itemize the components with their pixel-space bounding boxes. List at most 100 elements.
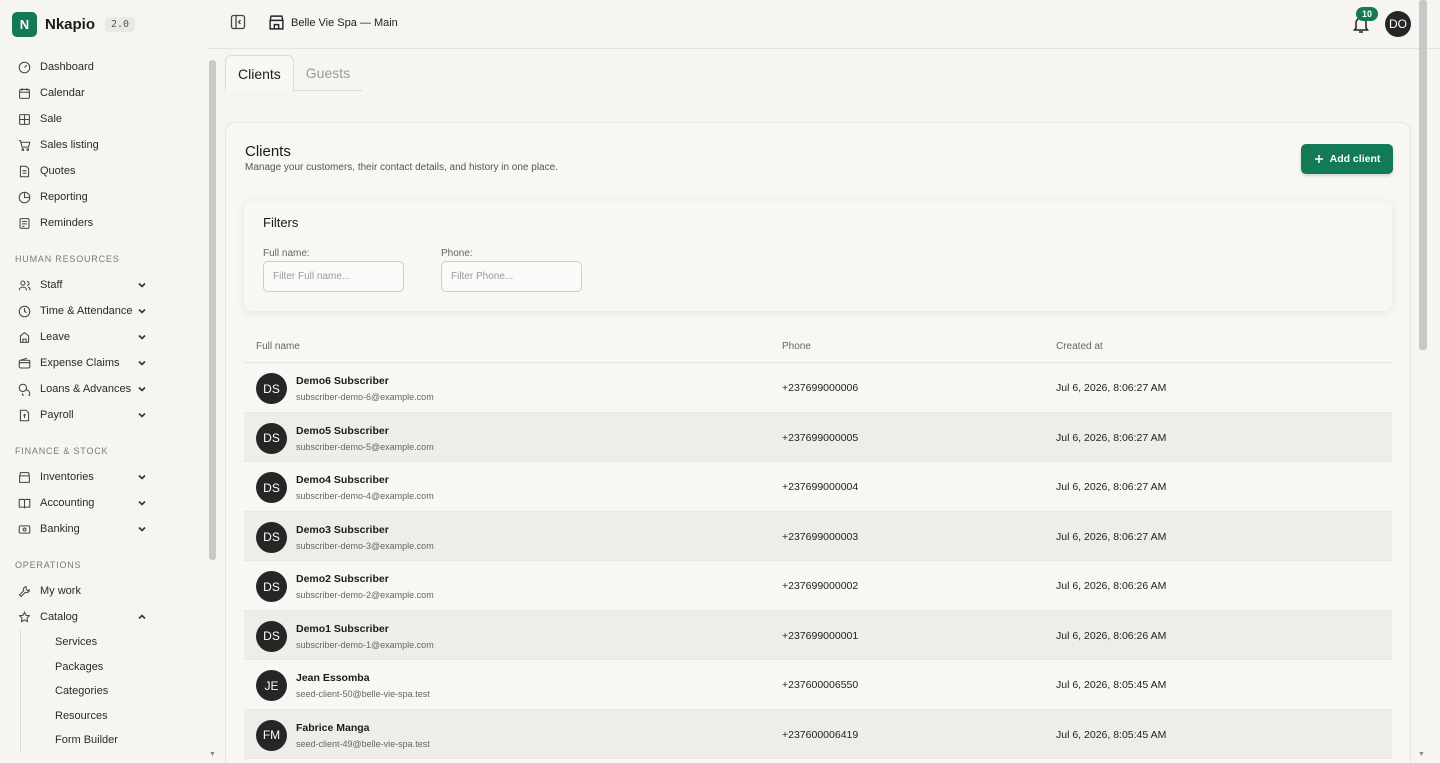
sidebar-item-dashboard[interactable]: Dashboard bbox=[0, 54, 208, 80]
user-avatar[interactable]: DO bbox=[1385, 11, 1411, 37]
chevron-down-icon[interactable] bbox=[136, 497, 148, 509]
client-email: subscriber-demo-6@example.com bbox=[296, 392, 434, 402]
sidebar-item-label: My work bbox=[40, 585, 81, 597]
client-email: subscriber-demo-1@example.com bbox=[296, 639, 434, 650]
catalog-submenu: Services Packages Categories Resources F… bbox=[20, 630, 208, 753]
chevron-down-icon[interactable] bbox=[136, 383, 148, 395]
add-client-button[interactable]: Add client bbox=[1301, 144, 1393, 174]
main-scroll-down-icon[interactable]: ▼ bbox=[1418, 751, 1425, 758]
avatar: DS bbox=[256, 422, 287, 454]
page-title: Clients bbox=[245, 143, 291, 160]
sidebar-subitem-categories[interactable]: Categories bbox=[21, 679, 208, 704]
wallet-icon bbox=[18, 357, 31, 370]
sidebar-item-label: Banking bbox=[40, 523, 80, 535]
chevron-down-icon[interactable] bbox=[136, 357, 148, 369]
sidebar-subitem-resources[interactable]: Resources bbox=[21, 704, 208, 729]
sidebar-subitem-packages[interactable]: Packages bbox=[21, 655, 208, 680]
table-row[interactable]: DS Demo6 Subscriber subscriber-demo-6@ex… bbox=[244, 363, 1392, 413]
add-client-label: Add client bbox=[1329, 153, 1381, 165]
sidebar-item-staff[interactable]: Staff bbox=[0, 272, 208, 298]
sidebar-toggle-icon[interactable] bbox=[230, 14, 246, 30]
brand[interactable]: N Nkapio 2.0 bbox=[12, 12, 136, 37]
sidebar-item-inventories[interactable]: Inventories bbox=[0, 464, 208, 490]
sidebar-item-quotes[interactable]: Quotes bbox=[0, 158, 208, 184]
sidebar-item-label: Sale bbox=[40, 113, 63, 125]
sidebar-scroll-down-icon[interactable]: ▼ bbox=[209, 751, 216, 758]
client-created-at: Jul 6, 2026, 8:06:27 AM bbox=[1056, 382, 1167, 394]
sidebar-item-banking[interactable]: Banking bbox=[0, 516, 208, 542]
chevron-down-icon[interactable] bbox=[136, 471, 148, 483]
store-icon bbox=[269, 15, 284, 30]
table-row[interactable]: DS Demo1 Subscriber subscriber-demo-1@ex… bbox=[244, 610, 1392, 660]
table-row[interactable]: DS Demo3 Subscriber subscriber-demo-3@ex… bbox=[244, 511, 1392, 561]
sidebar-item-expense-claims[interactable]: Expense Claims bbox=[0, 350, 208, 376]
sidebar-subitem-form-builder[interactable]: Form Builder bbox=[21, 728, 208, 753]
sale-icon bbox=[18, 113, 31, 126]
table-row[interactable]: JE Jean Essomba seed-client-50@belle-vie… bbox=[244, 660, 1392, 710]
avatar: DS bbox=[256, 571, 287, 602]
client-email: subscriber-demo-3@example.com bbox=[296, 540, 434, 551]
sidebar-item-my-work[interactable]: My work bbox=[0, 578, 208, 604]
leave-icon bbox=[18, 331, 31, 344]
chevron-up-icon[interactable] bbox=[136, 611, 148, 623]
sidebar-item-leave[interactable]: Leave bbox=[0, 324, 208, 350]
main-scrollbar[interactable] bbox=[1419, 0, 1427, 350]
page-subtitle: Manage your customers, their contact det… bbox=[245, 162, 558, 173]
book-icon bbox=[18, 497, 31, 510]
table-row[interactable]: DS Demo2 Subscriber subscriber-demo-2@ex… bbox=[244, 561, 1392, 611]
plus-icon bbox=[1314, 155, 1323, 163]
client-created-at: Jul 6, 2026, 8:06:27 AM bbox=[1056, 530, 1167, 543]
chevron-down-icon[interactable] bbox=[136, 409, 148, 421]
table-row[interactable]: DS Demo5 Subscriber subscriber-demo-5@ex… bbox=[244, 412, 1392, 462]
sidebar-item-calendar[interactable]: Calendar bbox=[0, 80, 208, 106]
chevron-down-icon[interactable] bbox=[136, 279, 148, 291]
sidebar-item-reminders[interactable]: Reminders bbox=[0, 210, 208, 236]
sidebar-item-time-attendance[interactable]: Time & Attendance bbox=[0, 298, 208, 324]
client-phone: +237600006550 bbox=[782, 679, 859, 691]
sidebar-item-label: Expense Claims bbox=[40, 357, 120, 369]
sidebar-item-payroll[interactable]: Payroll bbox=[0, 402, 208, 428]
tab-clients[interactable]: Clients bbox=[225, 55, 294, 91]
section-finance-stock: FINANCE & STOCK bbox=[15, 446, 109, 456]
sidebar-item-label: Reminders bbox=[40, 217, 94, 229]
sidebar-item-loans-advances[interactable]: Loans & Advances bbox=[0, 376, 208, 402]
sidebar-item-sales-listing[interactable]: Sales listing bbox=[0, 132, 208, 158]
sidebar-item-catalog[interactable]: Catalog bbox=[0, 604, 208, 630]
table-row[interactable]: FM Fabrice Manga seed-client-49@belle-vi… bbox=[244, 709, 1392, 759]
sidebar: N Nkapio 2.0 Dashboard Calendar Sale Sal… bbox=[0, 0, 208, 763]
sidebar-item-accounting[interactable]: Accounting bbox=[0, 490, 208, 516]
filters-panel: Filters Full name: Phone: bbox=[244, 201, 1392, 311]
client-phone: +237699000002 bbox=[782, 580, 859, 592]
cart-icon bbox=[18, 139, 31, 152]
chevron-down-icon[interactable] bbox=[136, 331, 148, 343]
sidebar-item-label: Time & Attendance bbox=[40, 305, 133, 317]
payroll-icon bbox=[18, 409, 31, 422]
client-phone: +237699000001 bbox=[782, 629, 859, 642]
wrench-icon bbox=[18, 585, 31, 598]
location-selector[interactable]: Belle Vie Spa — Main bbox=[268, 14, 398, 31]
client-name: Jean Essomba bbox=[296, 672, 370, 684]
column-header-created-at[interactable]: Created at bbox=[1056, 341, 1103, 352]
column-header-full-name[interactable]: Full name bbox=[256, 341, 300, 352]
chevron-down-icon[interactable] bbox=[136, 523, 148, 535]
client-email: seed-client-49@belle-vie-spa.test bbox=[296, 738, 430, 749]
table-row[interactable]: DS Demo4 Subscriber subscriber-demo-4@ex… bbox=[244, 462, 1392, 512]
full-name-label: Full name: bbox=[263, 248, 310, 259]
tab-guests[interactable]: Guests bbox=[293, 55, 363, 91]
sidebar-item-sale[interactable]: Sale bbox=[0, 106, 208, 132]
coins-icon bbox=[18, 383, 31, 396]
avatar: DS bbox=[256, 521, 287, 553]
full-name-filter-input[interactable] bbox=[263, 261, 404, 292]
sidebar-item-label: Reporting bbox=[40, 191, 88, 203]
version-badge: 2.0 bbox=[105, 17, 136, 32]
dashboard-icon bbox=[18, 61, 31, 74]
client-phone: +237699000005 bbox=[782, 431, 859, 444]
chevron-down-icon[interactable] bbox=[136, 305, 148, 317]
client-created-at: Jul 6, 2026, 8:05:45 AM bbox=[1056, 679, 1167, 691]
sidebar-item-reporting[interactable]: Reporting bbox=[0, 184, 208, 210]
column-header-phone[interactable]: Phone bbox=[782, 341, 811, 352]
phone-filter-input[interactable] bbox=[441, 261, 582, 292]
sidebar-subitem-services[interactable]: Services bbox=[21, 630, 208, 655]
section-human-resources: HUMAN RESOURCES bbox=[15, 254, 120, 264]
sidebar-scrollbar[interactable] bbox=[209, 60, 216, 560]
